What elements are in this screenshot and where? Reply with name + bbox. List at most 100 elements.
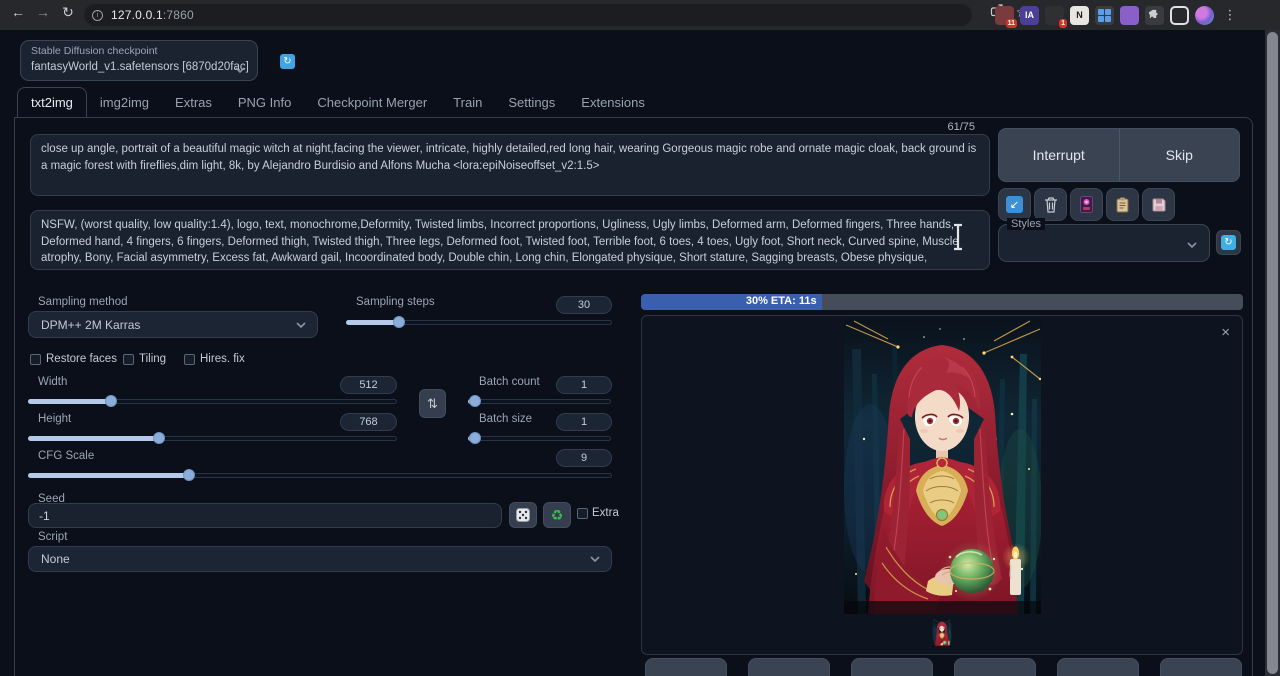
swap-arrows-icon: ⇅ — [427, 396, 438, 412]
height-slider[interactable] — [28, 432, 397, 444]
seed-extra-checkbox[interactable] — [577, 508, 588, 519]
cfg-scale-value[interactable]: 9 — [556, 449, 612, 467]
seed-extra-label: Extra — [592, 507, 619, 519]
refresh-styles-button[interactable]: ↻ — [1216, 230, 1241, 255]
puzzle-extensions-icon[interactable] — [1145, 6, 1164, 25]
prompt-input[interactable]: close up angle, portrait of a beautiful … — [30, 134, 990, 196]
close-icon[interactable]: × — [1221, 324, 1230, 341]
clear-prompt-button[interactable] — [1034, 188, 1067, 221]
negative-prompt-input[interactable]: NSFW, (worst quality, low quality:1.4), … — [30, 210, 990, 270]
chevron-down-icon — [296, 322, 306, 328]
floppy-save-icon — [1152, 198, 1166, 212]
reuse-seed-button[interactable]: ♻ — [543, 502, 571, 528]
tab-checkpoint-merger[interactable]: Checkpoint Merger — [304, 88, 440, 118]
browser-back-icon[interactable]: ← — [8, 4, 28, 20]
tab-extras[interactable]: Extras — [162, 88, 225, 118]
hires-fix-label: Hires. fix — [200, 353, 245, 365]
sampling-steps-slider[interactable] — [346, 316, 612, 328]
hires-fix-checkbox[interactable] — [184, 354, 195, 365]
extra-networks-button[interactable] — [1070, 188, 1103, 221]
checkpoint-value: fantasyWorld_v1.safetensors [6870d20fac] — [31, 61, 249, 73]
extension-badge: 11 — [1006, 19, 1017, 28]
height-value[interactable]: 768 — [340, 413, 397, 431]
tab-txt2img[interactable]: txt2img — [17, 87, 87, 119]
sampling-steps-value[interactable]: 30 — [556, 296, 612, 314]
output-gallery: × — [641, 315, 1243, 655]
browser-forward-icon[interactable]: → — [33, 4, 53, 20]
gallery-button-2[interactable] — [748, 658, 830, 676]
height-label: Height — [38, 413, 71, 425]
interrupt-button[interactable]: Interrupt — [999, 129, 1119, 181]
extension-icon-dark[interactable]: 1 — [1045, 6, 1064, 25]
browser-toolbar: ← → ↻ i 127.0.0.1:7860 ☆ 11 IA 1 N ⋮ — [0, 0, 1280, 30]
extension-icon-purple[interactable] — [1120, 6, 1139, 25]
dice-icon — [516, 508, 530, 522]
sampling-method-dropdown[interactable]: DPM++ 2M Karras — [28, 311, 318, 338]
save-style-button[interactable] — [1142, 188, 1175, 221]
width-value[interactable]: 512 — [340, 376, 397, 394]
paste-generation-params-button[interactable]: ↙ — [998, 188, 1031, 221]
cfg-scale-label: CFG Scale — [38, 450, 94, 462]
chevron-down-icon — [590, 556, 600, 562]
tiling-checkbox[interactable] — [123, 354, 134, 365]
tab-settings[interactable]: Settings — [495, 88, 568, 118]
address-bar[interactable]: i 127.0.0.1:7860 — [84, 4, 972, 26]
gallery-button-6[interactable] — [1160, 658, 1242, 676]
clipboard-icon — [1116, 197, 1129, 213]
restore-faces-label: Restore faces — [46, 353, 117, 365]
skip-button[interactable]: Skip — [1120, 129, 1240, 181]
restore-faces-checkbox[interactable] — [30, 354, 41, 365]
tiling-label: Tiling — [139, 353, 166, 365]
ia-label: IA — [1025, 10, 1034, 20]
extension-badge: 1 — [1059, 19, 1067, 28]
progress-text: 30% ETA: 11s — [746, 295, 817, 307]
flower-card-icon — [1080, 196, 1093, 213]
batch-count-value[interactable]: 1 — [556, 376, 612, 394]
tab-train[interactable]: Train — [440, 88, 495, 118]
arrow-down-left-icon: ↙ — [1006, 196, 1023, 213]
gallery-button-5[interactable] — [1057, 658, 1139, 676]
seed-input[interactable] — [28, 503, 502, 528]
scrollbar-thumb[interactable] — [1267, 32, 1278, 674]
refresh-checkpoint-button[interactable]: ↻ — [280, 54, 295, 69]
page-scrollbar[interactable] — [1265, 30, 1280, 676]
batch-size-label: Batch size — [479, 413, 532, 425]
generated-image[interactable] — [844, 319, 1041, 614]
apply-style-button[interactable] — [1106, 188, 1139, 221]
extension-icon-red[interactable]: 11 — [995, 6, 1014, 25]
batch-size-slider[interactable] — [468, 432, 611, 444]
refresh-icon: ↻ — [1221, 235, 1236, 250]
tab-img2img[interactable]: img2img — [87, 88, 162, 118]
swap-dimensions-button[interactable]: ⇅ — [419, 389, 446, 418]
trash-icon — [1044, 197, 1058, 213]
checkpoint-dropdown[interactable]: Stable Diffusion checkpoint fantasyWorld… — [20, 40, 258, 81]
extension-icon-ia[interactable]: IA — [1020, 6, 1039, 25]
extension-icon-frame[interactable] — [1170, 6, 1189, 25]
extension-icon-n[interactable]: N — [1070, 6, 1089, 25]
batch-count-slider[interactable] — [468, 395, 611, 407]
gallery-thumbnail[interactable] — [930, 619, 954, 647]
sampling-method-value: DPM++ 2M Karras — [41, 318, 140, 332]
random-seed-button[interactable] — [509, 502, 537, 528]
browser-profile-avatar[interactable] — [1195, 6, 1214, 25]
extension-icon-grid[interactable] — [1095, 6, 1114, 25]
chevron-down-icon — [235, 67, 245, 73]
url-port: :7860 — [163, 8, 194, 22]
tab-png-info[interactable]: PNG Info — [225, 88, 304, 118]
styles-dropdown[interactable]: Styles — [998, 224, 1210, 262]
script-value: None — [41, 552, 70, 566]
gallery-button-3[interactable] — [851, 658, 933, 676]
batch-size-value[interactable]: 1 — [556, 413, 612, 431]
main-tabs: txt2img img2img Extras PNG Info Checkpoi… — [17, 89, 658, 118]
site-info-icon[interactable]: i — [92, 10, 103, 21]
kebab-menu-icon[interactable]: ⋮ — [1220, 7, 1240, 23]
gallery-button-4[interactable] — [954, 658, 1036, 676]
browser-reload-icon[interactable]: ↻ — [58, 4, 78, 21]
script-dropdown[interactable]: None — [28, 546, 612, 572]
gallery-button-1[interactable] — [645, 658, 727, 676]
width-slider[interactable] — [28, 395, 397, 407]
sampling-steps-label: Sampling steps — [356, 296, 435, 308]
cfg-scale-slider[interactable] — [28, 469, 612, 481]
progress-fill: 30% ETA: 11s — [641, 294, 822, 310]
tab-extensions[interactable]: Extensions — [568, 88, 658, 118]
